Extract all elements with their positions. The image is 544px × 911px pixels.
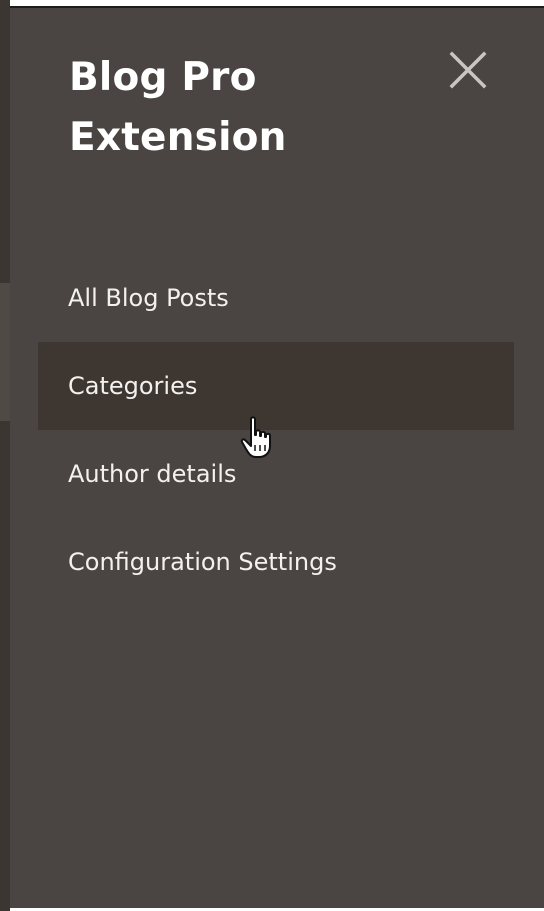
menu-item-label: All Blog Posts	[68, 284, 229, 312]
menu-item-all-blog-posts[interactable]: All Blog Posts	[38, 254, 514, 342]
menu-item-label: Configuration Settings	[68, 548, 337, 576]
backdrop-edge-segment	[0, 283, 10, 421]
backdrop-edge	[0, 0, 10, 911]
blog-submenu: All Blog Posts Categories Author details…	[38, 254, 514, 606]
screen: Blog Pro Extension All Blog Posts Catego…	[0, 0, 544, 911]
panel-title: Blog Pro Extension	[69, 48, 399, 168]
menu-item-categories[interactable]: Categories	[38, 342, 514, 430]
close-icon	[449, 51, 487, 89]
menu-item-label: Categories	[68, 372, 198, 400]
menu-item-author-details[interactable]: Author details	[38, 430, 514, 518]
close-button[interactable]	[446, 48, 490, 92]
menu-item-label: Author details	[68, 460, 237, 488]
menu-item-configuration-settings[interactable]: Configuration Settings	[38, 518, 514, 606]
panel-title-line-2: Extension	[69, 115, 287, 160]
panel-title-line-1: Blog Pro	[69, 55, 257, 100]
